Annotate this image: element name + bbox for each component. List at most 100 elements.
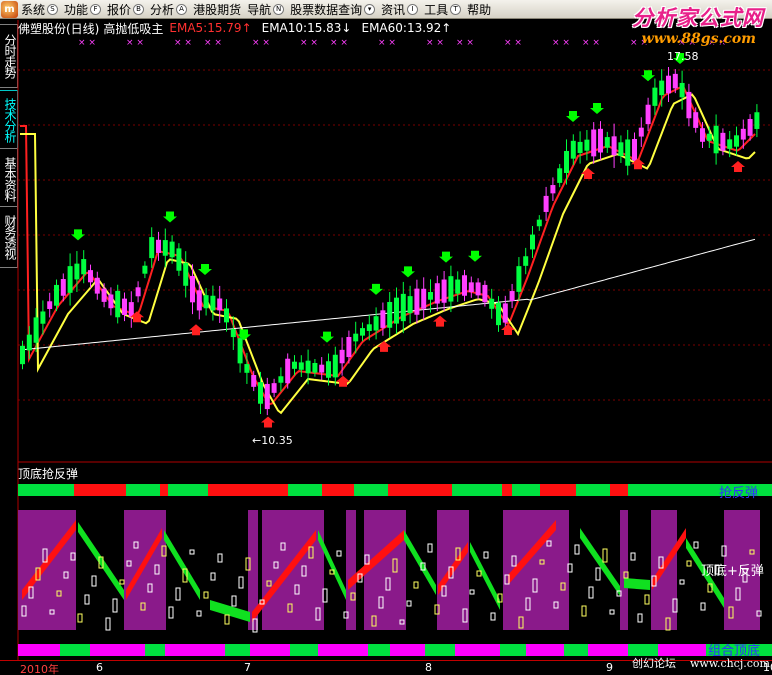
candle-body (448, 276, 454, 302)
combo-strip (588, 644, 628, 656)
ema10-value: EMA10:15.83↓ (261, 21, 352, 35)
candle-body (550, 185, 556, 194)
candle-body (693, 112, 699, 128)
candle-body (122, 298, 127, 315)
marker-x: × × (126, 38, 144, 48)
candle-body (20, 345, 25, 365)
candle-body (60, 279, 66, 296)
sub-bar (644, 594, 650, 605)
candle-body (591, 129, 597, 157)
candle-body (224, 308, 229, 323)
candle-body (734, 135, 739, 147)
candle-body (210, 295, 216, 311)
candle-body (94, 277, 100, 294)
date-year: 2010年 (20, 663, 59, 675)
candle-body (625, 139, 631, 166)
candle-body (686, 91, 692, 119)
candle-body (278, 376, 284, 383)
signal-strip (160, 484, 168, 496)
trend-ribbon (210, 600, 250, 622)
candle-body (489, 298, 495, 309)
candle-body (380, 310, 386, 328)
combo-strip (564, 644, 588, 656)
sub-bar (574, 544, 580, 555)
candle-body (706, 133, 712, 141)
candle-body (319, 364, 325, 373)
signal-strip (126, 484, 160, 496)
candle-body (298, 362, 304, 370)
candle-body (183, 262, 189, 286)
sub-bar (469, 589, 475, 595)
sell-signal-icon (566, 111, 580, 122)
candle-body (645, 104, 651, 125)
candle-body (557, 168, 563, 183)
sub-bar (175, 587, 181, 601)
signal-strip (208, 484, 288, 496)
candle-body (720, 132, 726, 151)
candle-body (666, 75, 671, 94)
candle-body (339, 349, 345, 364)
candle-body (196, 290, 202, 311)
candle-body (244, 364, 250, 373)
candle-body (455, 279, 461, 294)
ema60-line (19, 238, 756, 351)
candle-body (312, 362, 318, 373)
sub-bar (238, 576, 244, 589)
candle-body (74, 263, 80, 280)
combo-strip (90, 644, 145, 656)
candle-body (88, 270, 93, 283)
ema5-value: EMA5:15.79↑ (169, 21, 252, 35)
candle-body (162, 240, 168, 256)
signal-strip (576, 484, 610, 496)
combo-strip (290, 644, 318, 656)
candle-body (108, 294, 114, 309)
sub-bar (413, 581, 419, 589)
candle-body (462, 275, 467, 296)
kline-chart[interactable]: × × × × × × × × × × × × × × × × × × × × × × × × × × ×… (0, 0, 772, 675)
sub-bar (490, 612, 496, 621)
candle-body (482, 284, 488, 303)
candle-body (523, 256, 529, 266)
candle-body (26, 334, 32, 351)
candle-body (190, 275, 195, 303)
sell-signal-icon (401, 266, 415, 278)
candle-body (387, 301, 393, 328)
sub-bar (112, 598, 118, 613)
sub-bar (637, 613, 643, 623)
candle-body (434, 283, 440, 304)
sub-bar (602, 548, 608, 563)
marker-x: × × (378, 38, 396, 48)
signal-strip (322, 484, 354, 496)
signal-strip (288, 484, 322, 496)
sub-bar (196, 610, 202, 617)
candle-body (530, 234, 535, 250)
indicator-name: 高抛低吸主 (103, 21, 164, 36)
candle-body (496, 302, 501, 326)
ema5-line (20, 84, 756, 406)
brand-logo[interactable]: 分析家公式网 www.88gs.com (580, 0, 768, 52)
candle-body (115, 290, 121, 318)
candle-body (598, 128, 603, 153)
sub-bar (679, 579, 685, 585)
candle-body (203, 295, 209, 309)
candle-body (176, 248, 182, 271)
signal-strip (540, 484, 576, 496)
candle-body (169, 241, 175, 258)
sub-bar (630, 552, 636, 561)
candle-body (54, 284, 59, 306)
candle-body (618, 142, 624, 157)
candle-body (570, 140, 576, 159)
candle-body (40, 311, 46, 324)
sell-signal-icon (198, 264, 212, 275)
candle-body (373, 316, 379, 331)
sub-bar (427, 543, 433, 553)
sell-signal-icon (163, 211, 177, 223)
candle-body (502, 303, 508, 323)
top-bottom-zone (620, 510, 628, 630)
sub-bar (203, 591, 209, 599)
candle-body (747, 118, 753, 136)
low-price-annotation: ←10.35 (252, 434, 293, 447)
candle-body (305, 360, 311, 374)
candle-body (81, 259, 87, 275)
top-bottom-zone (124, 510, 166, 630)
